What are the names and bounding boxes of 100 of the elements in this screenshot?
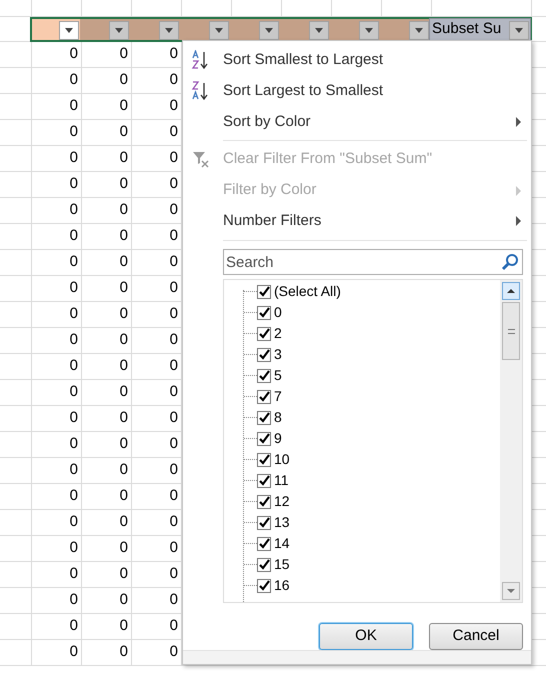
caret-icon [65,28,73,33]
table-cell-text: 0 [70,174,78,194]
checkbox[interactable] [257,432,271,446]
table-cell-text: 0 [120,538,128,558]
table-cell-text: 0 [70,226,78,246]
checkbox[interactable] [257,348,271,362]
table-cell-text: 0 [120,356,128,376]
table-cell-text: 0 [120,226,128,246]
scroll-thumb[interactable] [502,302,520,360]
table-cell-text: 0 [170,486,178,506]
ok-button[interactable]: OK [319,623,413,650]
table-cell-text: 0 [70,44,78,64]
table-cell-text: 0 [70,382,78,402]
table-cell-text: 0 [120,96,128,116]
table-cell-text: 0 [170,330,178,350]
table-cell-text: 0 [170,252,178,272]
table-cell-text: 0 [120,304,128,324]
checkbox[interactable] [257,536,271,551]
filter-dropdown-button[interactable] [409,21,429,40]
table-cell-text: 0 [70,304,78,324]
value-label: 8 [274,408,282,428]
filter-dropdown-button[interactable] [309,21,329,40]
checkbox[interactable] [257,474,271,488]
caret-icon [215,28,223,33]
table-cell-text: 0 [70,564,78,584]
table-cell-text: 0 [120,616,128,636]
table-cell-text: 0 [170,564,178,584]
filter-dropdown-button[interactable] [59,21,79,40]
table-cell-text: 0 [120,486,128,506]
table-cell-text: 0 [120,642,128,662]
value-label: 3 [274,345,282,364]
caret-icon [415,28,423,33]
table-cell-text: 0 [120,70,128,90]
filter-dropdown-button[interactable] [109,21,129,40]
checkbox[interactable] [257,578,271,593]
table-cell-text: 0 [120,408,128,428]
table-cell-text: 0 [170,44,178,64]
checkbox[interactable] [257,368,271,383]
table-cell-text: 0 [70,122,78,142]
cancel-button[interactable]: Cancel [429,623,523,650]
filter-dropdown-button[interactable] [209,21,229,40]
menu-item[interactable]: Sort Largest to Smallest [183,76,531,107]
value-label: 0 [274,303,282,322]
table-cell-text: 0 [70,538,78,558]
value-label: 13 [274,513,290,532]
table-cell-text: 0 [70,512,78,532]
scrollbar[interactable] [500,280,522,602]
checkbox[interactable] [257,516,271,530]
table-cell-text: 0 [120,434,128,454]
table-cell-text: 0 [70,616,78,636]
table-cell-text: 0 [120,200,128,220]
search-field[interactable]: Search [223,248,523,276]
table-cell-text: 0 [170,408,178,428]
value-label: (Select All) [274,282,341,302]
filter-dropdown-button[interactable] [359,21,379,40]
checkbox[interactable] [257,284,271,299]
table-cell-text: 0 [70,200,78,220]
value-label: 10 [274,450,290,470]
table-cell-text: 0 [70,278,78,298]
caret-icon [515,28,523,33]
checkbox[interactable] [257,306,271,320]
table-cell-text: 0 [120,512,128,532]
table-cell-text: 0 [170,538,178,558]
table-cell-text: 0 [70,330,78,350]
table-cell-text: 0 [120,148,128,168]
checkbox[interactable] [257,558,271,572]
filter-dropdown-button[interactable] [259,21,279,40]
checkbox[interactable] [257,494,271,509]
table-cell-text: 0 [170,356,178,376]
checkbox[interactable] [257,326,271,341]
table-cell-text: 0 [120,460,128,480]
table-cell-text: 0 [70,642,78,662]
table-cell-text: 0 [170,70,178,90]
checkbox[interactable] [257,452,271,467]
menu-item[interactable]: Sort Smallest to Largest [183,45,531,76]
table-cell-text: 0 [170,590,178,610]
table-cell-text: 0 [120,590,128,610]
table-cell-text: 0 [70,356,78,376]
table-cell-text: 0 [170,512,178,532]
caret-icon [115,28,123,33]
scroll-down-button[interactable] [502,582,520,600]
table-cell-text: 0 [120,564,128,584]
filter-dropdown-button[interactable] [159,21,179,40]
value-label: 14 [274,534,290,554]
value-label: 7 [274,387,282,406]
table-cell-text: 0 [70,408,78,428]
table-cell-text: 0 [70,434,78,454]
table-cell-text: 0 [170,304,178,324]
filter-dropdown-button[interactable] [509,21,529,40]
menu-item[interactable]: Number Filters [183,206,531,237]
table-cell-text: 0 [170,616,178,636]
menu-item[interactable]: Sort by Color [183,106,531,138]
table-cell-text: 0 [170,200,178,220]
table-cell-text: 0 [170,278,178,298]
table-cell-text: 0 [170,434,178,454]
checkbox[interactable] [257,390,271,404]
table-cell-text: 0 [120,122,128,142]
checkbox[interactable] [257,410,271,425]
scroll-up-button[interactable] [502,282,520,300]
table-cell-text: 0 [120,174,128,194]
